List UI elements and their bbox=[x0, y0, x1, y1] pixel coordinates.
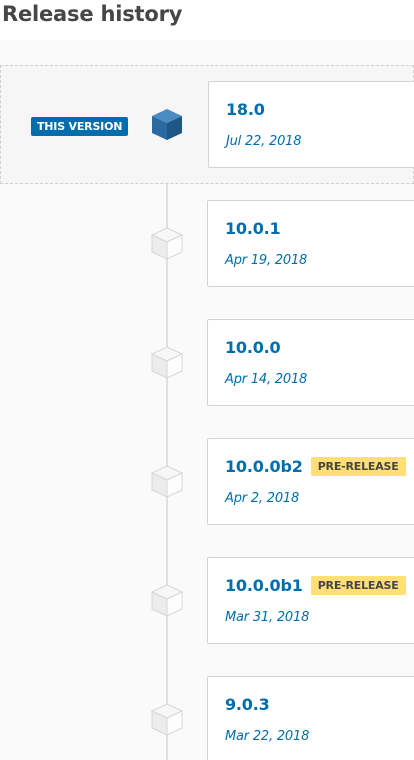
this-version-badge: THIS VERSION bbox=[31, 117, 129, 136]
cube-icon bbox=[150, 465, 184, 498]
cube-icon bbox=[150, 703, 184, 736]
release-date: Apr 2, 2018 bbox=[225, 491, 300, 506]
release-row-current: THIS VERSION 18.0 Jul 22, 2018 bbox=[0, 65, 414, 184]
cube-icon bbox=[152, 109, 182, 140]
release-version-link[interactable]: 10.0.0b1 bbox=[225, 576, 303, 595]
release-row: 10.0.0b1 PRE-RELEASE Mar 31, 2018 bbox=[0, 542, 414, 661]
release-date: Mar 31, 2018 bbox=[225, 610, 310, 625]
release-row: 10.0.1 Apr 19, 2018 bbox=[0, 185, 414, 304]
release-card[interactable]: 10.0.1 Apr 19, 2018 bbox=[207, 200, 414, 287]
release-version-link[interactable]: 10.0.1 bbox=[225, 219, 281, 238]
pre-release-badge: PRE-RELEASE bbox=[310, 457, 406, 476]
page-title: Release history bbox=[2, 2, 183, 26]
cube-icon bbox=[150, 584, 184, 617]
release-version-link[interactable]: 18.0 bbox=[226, 100, 265, 119]
release-timeline: THIS VERSION 18.0 Jul 22, 2018 10.0.1 Ap… bbox=[0, 40, 414, 760]
release-version-link[interactable]: 10.0.0b2 bbox=[225, 457, 303, 476]
release-version-link[interactable]: 9.0.3 bbox=[225, 695, 270, 714]
release-card[interactable]: 18.0 Jul 22, 2018 bbox=[208, 81, 414, 168]
release-row: 10.0.0 Apr 14, 2018 bbox=[0, 304, 414, 423]
release-row: 9.0.3 Mar 22, 2018 bbox=[0, 661, 414, 760]
pre-release-badge: PRE-RELEASE bbox=[310, 576, 406, 595]
release-card[interactable]: 10.0.0b1 PRE-RELEASE Mar 31, 2018 bbox=[207, 557, 414, 644]
release-date: Apr 19, 2018 bbox=[225, 253, 308, 268]
release-date: Apr 14, 2018 bbox=[225, 372, 308, 387]
cube-icon bbox=[150, 346, 184, 379]
release-card[interactable]: 9.0.3 Mar 22, 2018 bbox=[207, 676, 414, 760]
release-date: Jul 22, 2018 bbox=[226, 134, 302, 149]
release-date: Mar 22, 2018 bbox=[225, 729, 310, 744]
cube-icon bbox=[150, 227, 184, 260]
release-row: 10.0.0b2 PRE-RELEASE Apr 2, 2018 bbox=[0, 423, 414, 542]
release-card[interactable]: 10.0.0 Apr 14, 2018 bbox=[207, 319, 414, 406]
release-version-link[interactable]: 10.0.0 bbox=[225, 338, 281, 357]
release-card[interactable]: 10.0.0b2 PRE-RELEASE Apr 2, 2018 bbox=[207, 438, 414, 525]
